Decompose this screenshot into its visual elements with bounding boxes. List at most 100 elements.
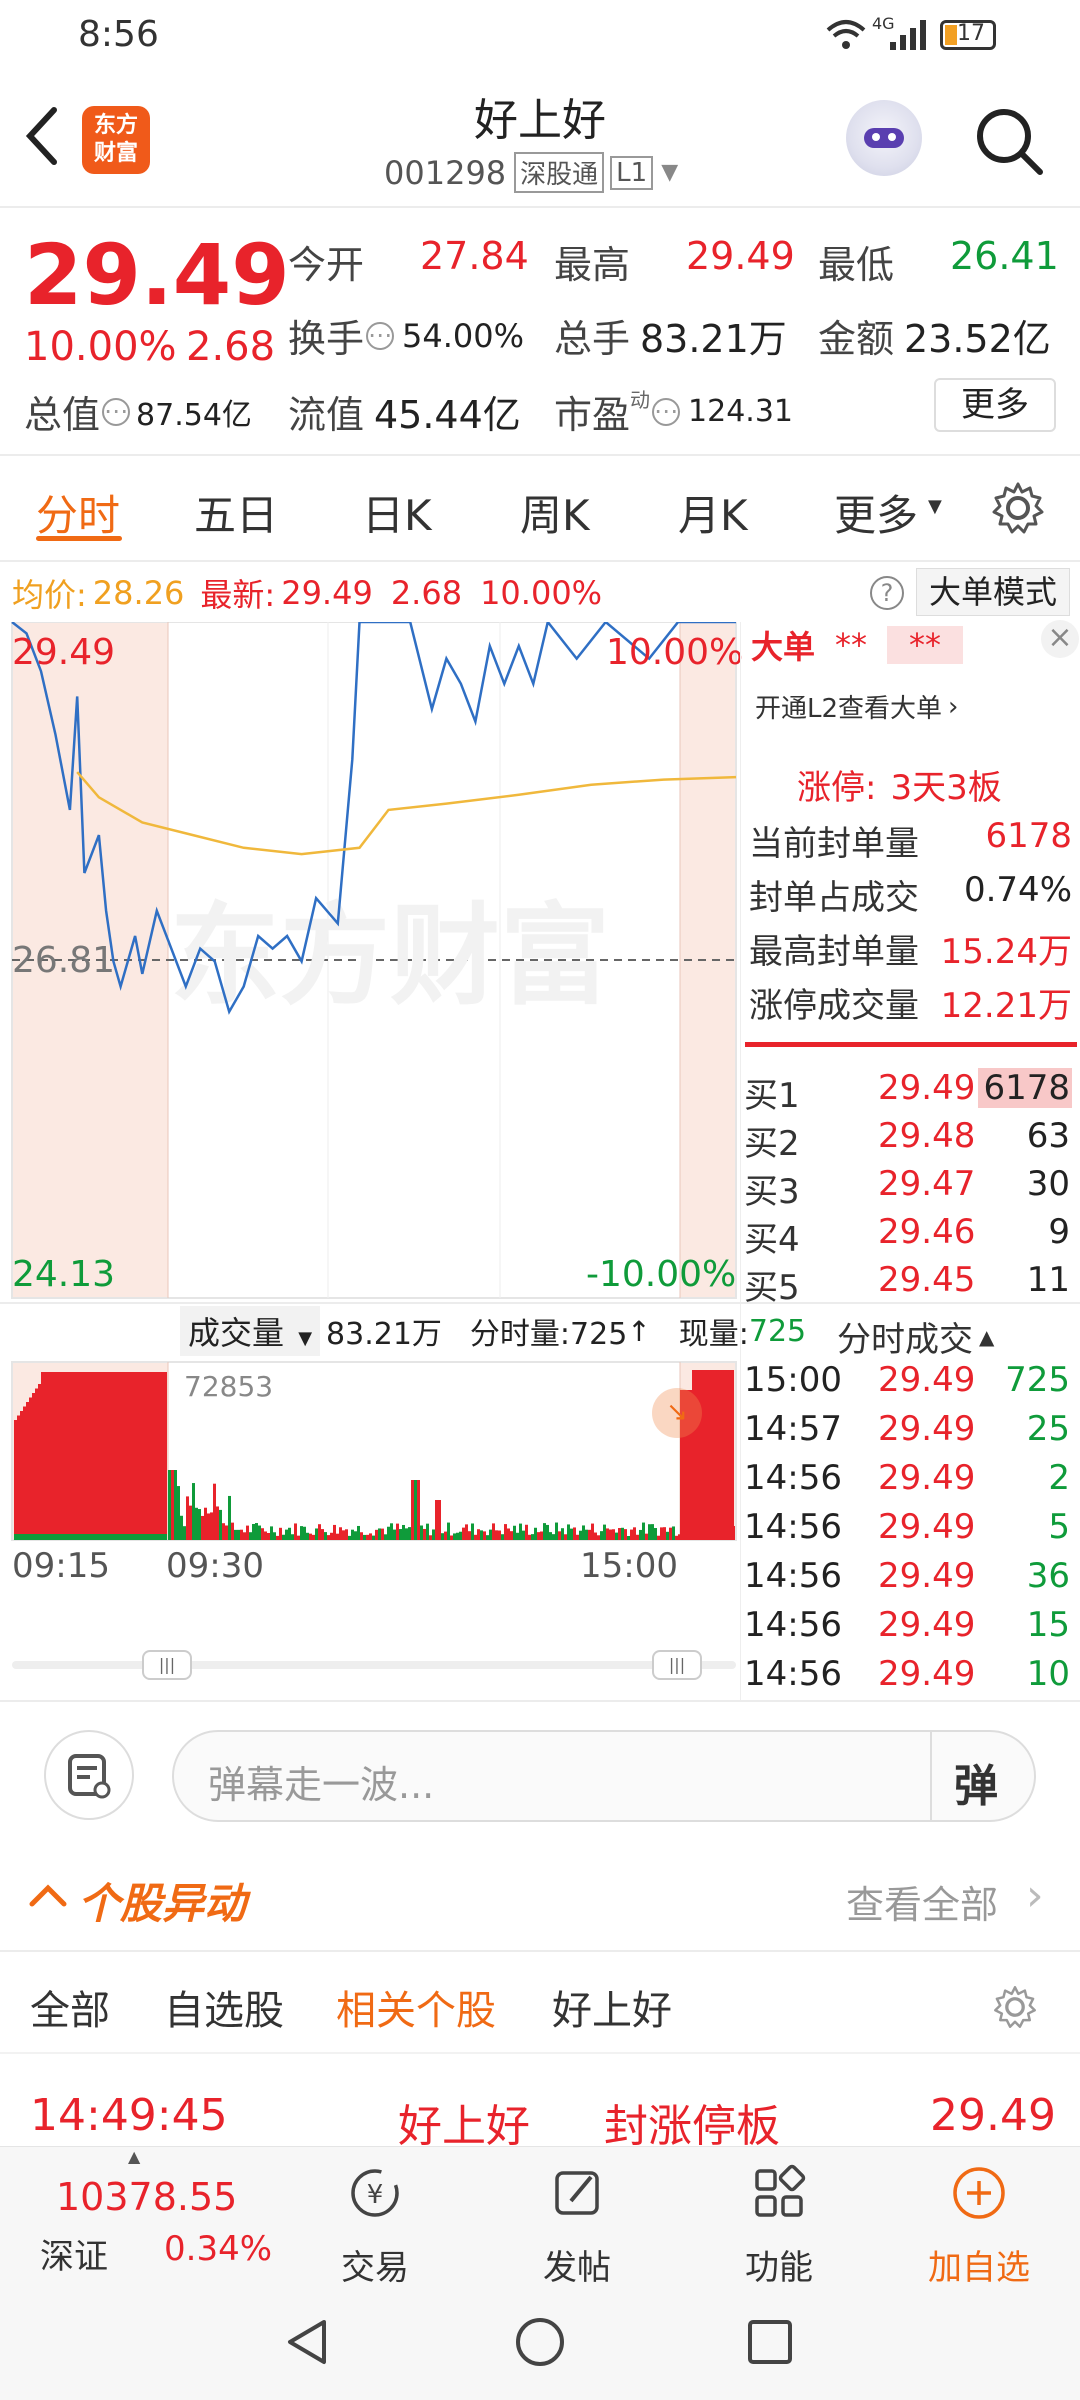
volume-bar bbox=[591, 1523, 594, 1540]
chevron-down-icon: ▼ bbox=[661, 160, 679, 185]
index-value: 10378.55 bbox=[56, 2175, 238, 2219]
robot-avatar-icon[interactable] bbox=[846, 100, 922, 176]
chevron-up-icon[interactable] bbox=[28, 1880, 68, 1914]
volume-bar bbox=[143, 1534, 146, 1540]
volume-bar bbox=[723, 1526, 726, 1540]
tick-row: 15:00 29.49 725 bbox=[742, 1360, 1072, 1408]
tab-intraday[interactable]: 分时 bbox=[36, 482, 120, 543]
volume-bar bbox=[513, 1525, 516, 1540]
tab-five-day[interactable]: 五日 bbox=[194, 482, 278, 543]
seal-ratio-value: 0.74% bbox=[963, 870, 1072, 910]
volume-bar bbox=[119, 1372, 122, 1540]
volume-bar bbox=[360, 1532, 363, 1540]
volume-bar bbox=[432, 1529, 435, 1540]
limit-up-line: 涨停: 3天3板 bbox=[797, 760, 1002, 809]
big-order-mode-button[interactable]: 大单模式 bbox=[916, 568, 1070, 616]
nav-recents-icon[interactable] bbox=[742, 2314, 798, 2374]
tick-row: 14:56 29.49 10 bbox=[742, 1654, 1072, 1702]
stock-code-line[interactable]: 001298 深股通 L1 ▼ bbox=[384, 152, 678, 193]
volume-bar bbox=[231, 1522, 234, 1540]
open-value: 27.84 bbox=[420, 234, 529, 278]
info-icon[interactable]: ⋯ bbox=[652, 397, 681, 426]
bid-3: 买3 29.47 30 bbox=[744, 1164, 1070, 1212]
news-tab-all[interactable]: 全部 bbox=[30, 1978, 110, 2036]
news-tab-watchlist[interactable]: 自选股 bbox=[164, 1978, 284, 2036]
volume-bar bbox=[459, 1531, 462, 1540]
tick-price: 29.49 bbox=[878, 1507, 976, 1547]
volume-bar bbox=[372, 1535, 375, 1540]
caret-up-icon: ▲ bbox=[979, 1324, 995, 1349]
level-tag: L1 bbox=[610, 155, 654, 190]
volume-bar bbox=[113, 1372, 116, 1540]
more-button[interactable]: 更多 bbox=[934, 378, 1056, 432]
bid-2: 买2 29.48 63 bbox=[744, 1116, 1070, 1164]
danmu-button[interactable]: 弹 bbox=[954, 1750, 998, 1814]
volume-bar bbox=[59, 1534, 62, 1540]
tab-weekly-k[interactable]: 周K bbox=[520, 482, 590, 543]
volume-bar bbox=[552, 1534, 555, 1540]
limit-up-value: 3天3板 bbox=[890, 768, 1002, 808]
chevron-right-icon[interactable]: › bbox=[1026, 1870, 1044, 1921]
volume-bar bbox=[648, 1524, 651, 1540]
volume-bar bbox=[41, 1372, 44, 1540]
range-slider[interactable]: ||| ||| bbox=[12, 1650, 736, 1680]
info-icon[interactable]: ⋯ bbox=[366, 321, 395, 350]
volume-bar bbox=[92, 1534, 95, 1540]
add-circle-icon bbox=[953, 2167, 1005, 2219]
tab-more[interactable]: 更多 bbox=[834, 482, 918, 543]
x-label-start: 09:15 bbox=[12, 1546, 110, 1586]
nav-back-icon[interactable] bbox=[280, 2314, 336, 2374]
chart-info-bar: 均价: 28.26 最新: 29.49 2.68 10.00% bbox=[12, 568, 602, 618]
tab-monthly-k[interactable]: 月K bbox=[678, 482, 748, 543]
volume-bar bbox=[351, 1529, 354, 1540]
float-value: 45.44亿 bbox=[374, 393, 521, 437]
battery-level: 17 bbox=[957, 21, 985, 46]
volume-bar bbox=[98, 1534, 101, 1540]
info-icon[interactable]: ⋯ bbox=[102, 397, 131, 426]
volume-bar bbox=[152, 1372, 155, 1540]
nav-home-icon[interactable] bbox=[512, 2314, 568, 2374]
y-max-pct-label: 10.00% bbox=[606, 632, 744, 673]
nav-post[interactable]: 发帖 bbox=[502, 2161, 652, 2289]
nav-add-watchlist[interactable]: 加自选 bbox=[904, 2161, 1054, 2289]
volume-bar bbox=[101, 1372, 104, 1540]
range-handle-left[interactable]: ||| bbox=[142, 1650, 192, 1680]
volume-chart[interactable]: 72853 ↘ 09:15 09:30 15:00 bbox=[0, 1358, 740, 1588]
volume-bar bbox=[309, 1533, 312, 1540]
note-icon[interactable] bbox=[44, 1730, 134, 1820]
gear-icon[interactable] bbox=[992, 1984, 1038, 2034]
expand-icon[interactable]: ↘ bbox=[652, 1388, 702, 1438]
close-icon[interactable]: × bbox=[1041, 620, 1079, 658]
volume-bar bbox=[219, 1509, 222, 1540]
tab-daily-k[interactable]: 日K bbox=[362, 482, 432, 543]
volume-bar bbox=[155, 1372, 158, 1540]
l2-upgrade-link[interactable]: 开通L2查看大单 › bbox=[755, 688, 958, 725]
caret-up-icon: ▲ bbox=[128, 2147, 141, 2166]
volume-bar bbox=[423, 1528, 426, 1540]
nav-functions[interactable]: 功能 bbox=[704, 2161, 854, 2289]
volume-bar bbox=[555, 1522, 558, 1540]
volume-bar bbox=[710, 1370, 713, 1540]
gear-icon[interactable] bbox=[990, 480, 1046, 546]
mcap-value: 87.54亿 bbox=[136, 397, 252, 433]
index-widget[interactable]: ▲ 10378.55 深证 0.34% bbox=[0, 2147, 290, 2285]
volume-bar bbox=[198, 1509, 201, 1540]
news-tab-related[interactable]: 相关个股 bbox=[336, 1978, 496, 2036]
float-label: 流值 bbox=[288, 393, 365, 437]
volume-bar bbox=[492, 1523, 495, 1540]
news-tab-stock[interactable]: 好上好 bbox=[552, 1978, 672, 2036]
tick-qty: 36 bbox=[1026, 1556, 1070, 1596]
nav-trade[interactable]: ¥ 交易 bbox=[300, 2161, 450, 2289]
news-row[interactable]: 14:49:45 好上好 封涨停板 29.49 bbox=[0, 2054, 1080, 2152]
search-icon[interactable] bbox=[972, 104, 1048, 184]
low-value: 26.41 bbox=[950, 234, 1059, 278]
help-icon[interactable]: ? bbox=[870, 576, 904, 610]
volume-bar bbox=[354, 1531, 357, 1540]
see-all-link[interactable]: 查看全部 bbox=[846, 1874, 998, 1929]
grid-icon bbox=[755, 2164, 806, 2217]
pe-line: 市盈 动 ⋯ 124.31 bbox=[554, 384, 793, 439]
tick-time: 14:56 bbox=[744, 1458, 842, 1498]
volume-selector[interactable]: 成交量 ▼ bbox=[180, 1306, 321, 1356]
danmu-input[interactable]: 弹幕走一波... 弹 bbox=[172, 1730, 1036, 1822]
range-handle-right[interactable]: ||| bbox=[652, 1650, 702, 1680]
